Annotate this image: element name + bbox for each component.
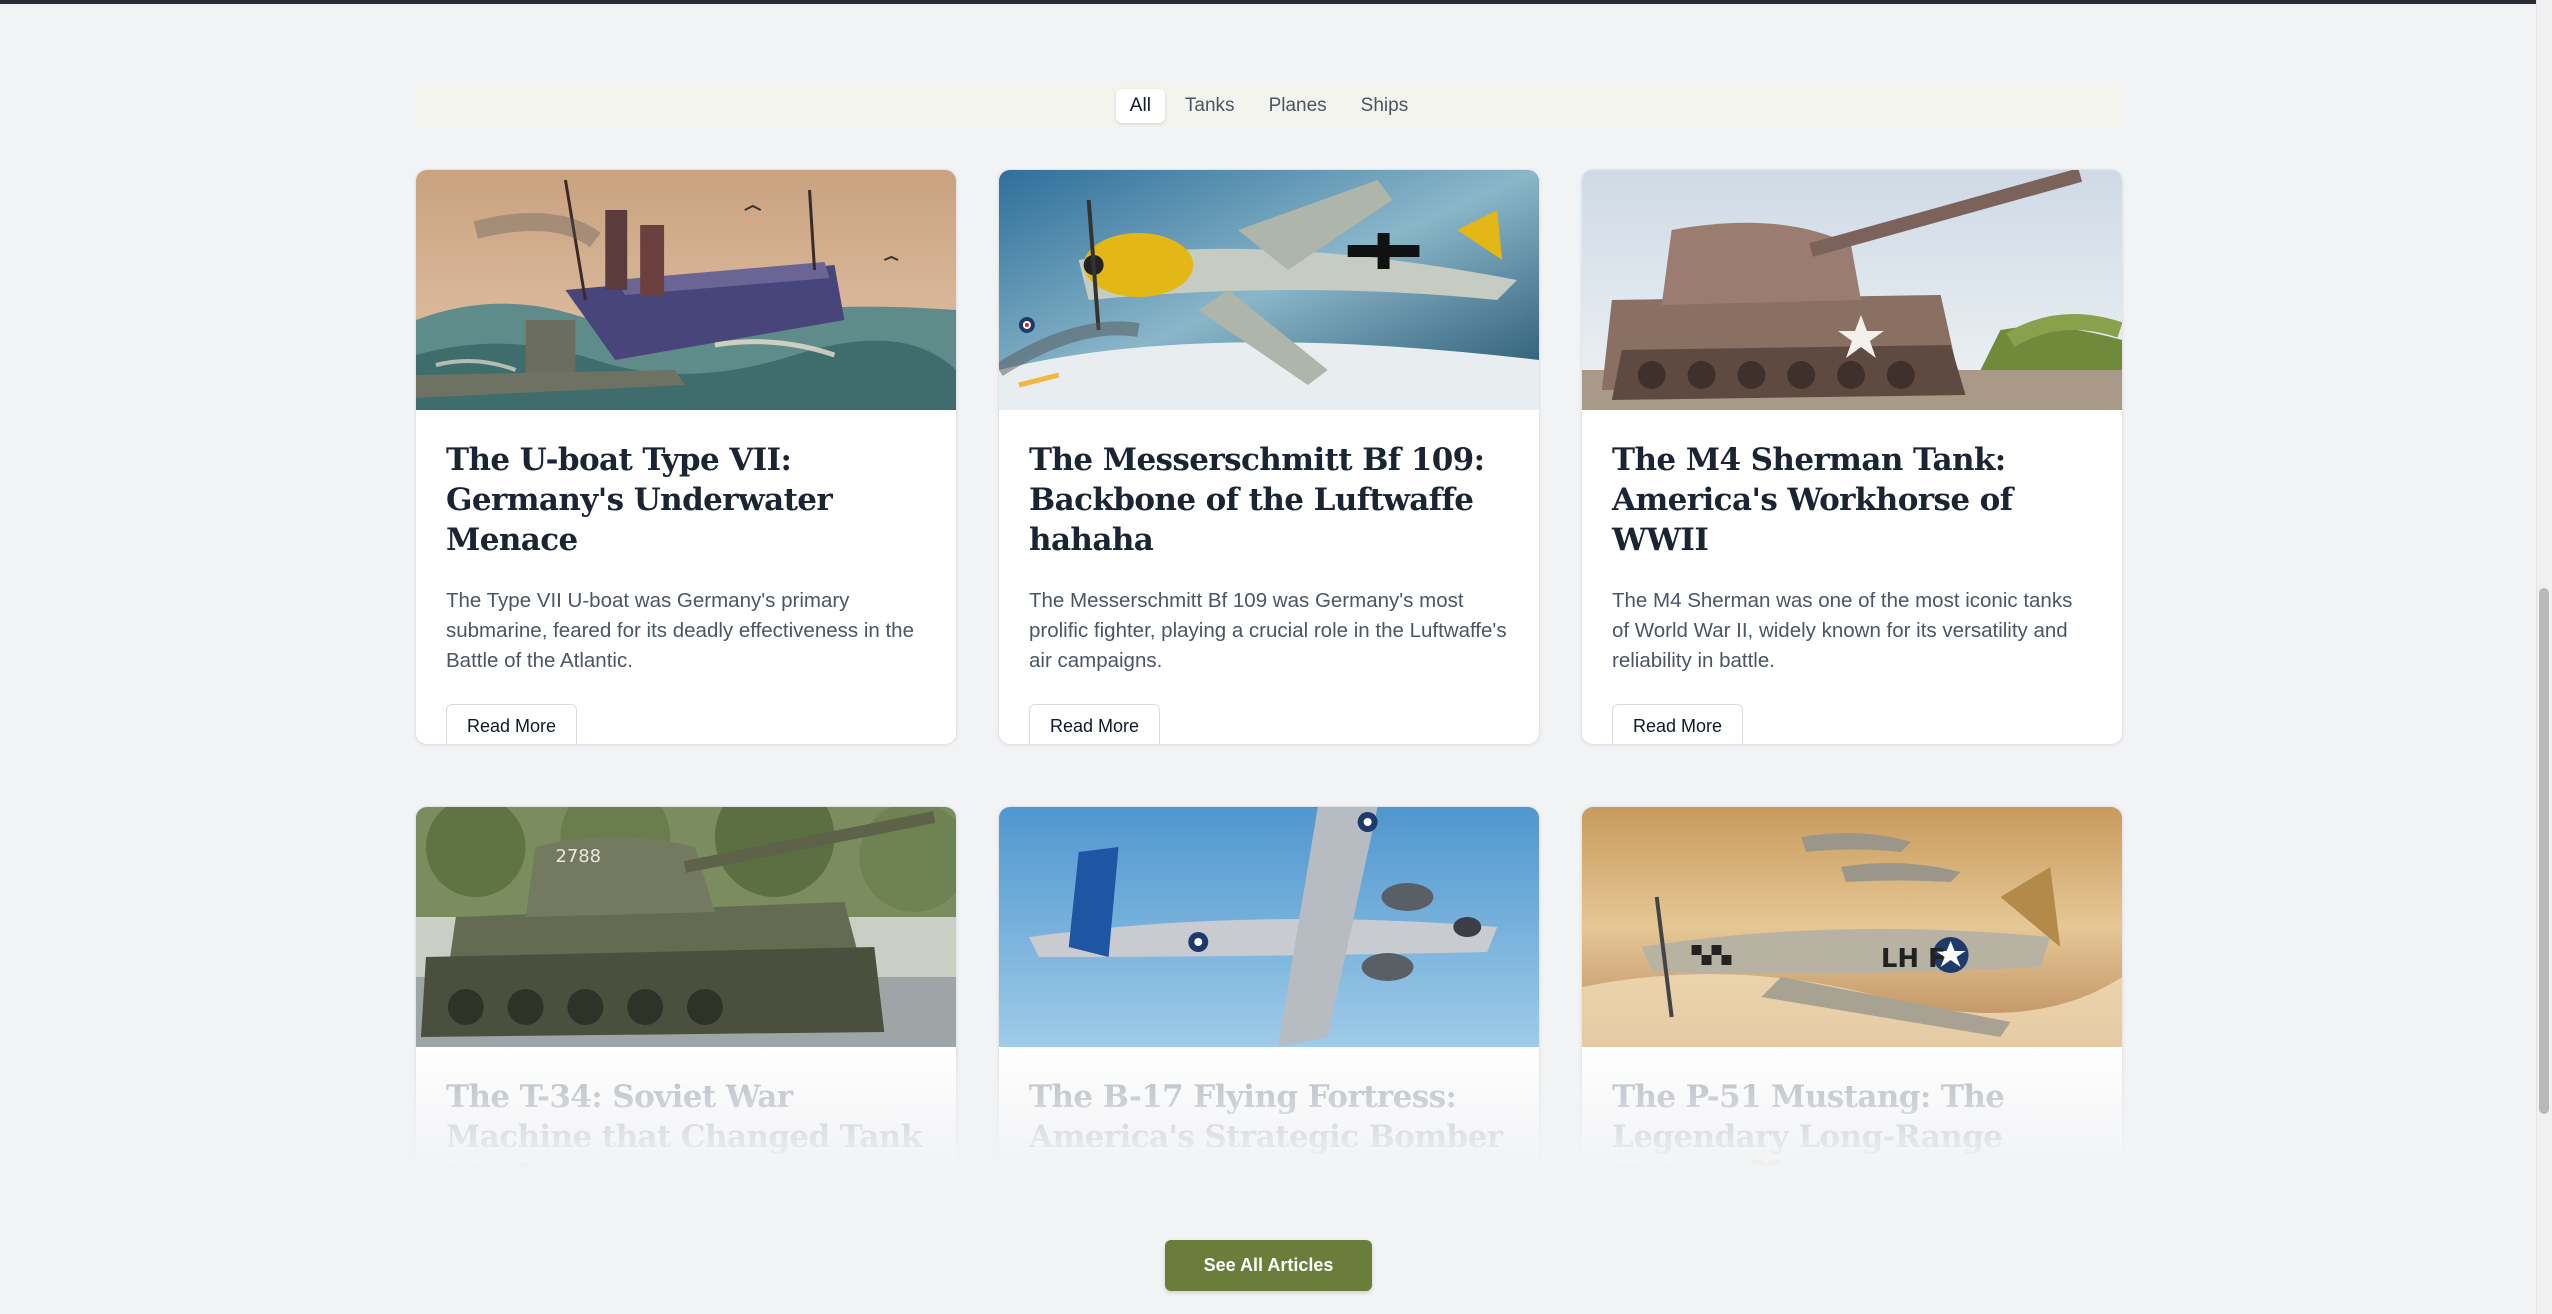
read-more-button[interactable]: Read More <box>1612 704 1744 744</box>
article-card-bf109: The Messerschmitt Bf 109: Backbone of th… <box>998 169 1540 745</box>
uboat-image[interactable] <box>416 170 956 410</box>
p51-fuselage-code: LH F <box>1881 944 1946 974</box>
article-card-t34: 2788 The T-34: Soviet War Machine that C… <box>415 806 957 1166</box>
filter-tab-ships[interactable]: Ships <box>1347 89 1423 123</box>
article-description: The Messerschmitt Bf 109 was Germany's m… <box>1029 589 1507 672</box>
t34-image[interactable]: 2788 <box>416 807 956 1047</box>
bf109-image[interactable] <box>999 170 1539 410</box>
filter-tab-planes[interactable]: Planes <box>1255 89 1341 123</box>
scrollbar-thumb[interactable] <box>2539 588 2549 1114</box>
p51-image[interactable]: LH F <box>1582 807 2122 1047</box>
window-top-strip <box>0 0 2552 4</box>
article-title[interactable]: The U-boat Type VII: Germany's Underwate… <box>446 440 926 560</box>
article-card-p51: LH F The P-51 Mustang: The Legendary Lon… <box>1581 806 2123 1166</box>
page-scrollbar[interactable] <box>2536 0 2552 1314</box>
read-more-button[interactable]: Read More <box>1029 704 1161 744</box>
article-description: The Type VII U-boat was Germany's primar… <box>446 589 914 672</box>
b17-image[interactable] <box>999 807 1539 1047</box>
category-filter-bar: All Tanks Planes Ships <box>415 84 2123 128</box>
see-all-articles-button[interactable]: See All Articles <box>1165 1240 1372 1291</box>
article-title[interactable]: The Messerschmitt Bf 109: Backbone of th… <box>1029 440 1509 560</box>
article-title[interactable]: The P-51 Mustang: The Legendary Long-Ran… <box>1612 1077 2092 1165</box>
article-card-uboat: The U-boat Type VII: Germany's Underwate… <box>415 169 957 745</box>
article-card-b17: The B-17 Flying Fortress: America's Stra… <box>998 806 1540 1166</box>
article-description: The M4 Sherman was one of the most iconi… <box>1612 589 2073 672</box>
article-title[interactable]: The B-17 Flying Fortress: America's Stra… <box>1029 1077 1509 1157</box>
read-more-button[interactable]: Read More <box>446 704 578 744</box>
t34-turret-number: 2788 <box>555 846 601 867</box>
article-title[interactable]: The M4 Sherman Tank: America's Workhorse… <box>1612 440 2092 560</box>
filter-tab-tanks[interactable]: Tanks <box>1171 89 1249 123</box>
sherman-image[interactable] <box>1582 170 2122 410</box>
article-card-sherman: The M4 Sherman Tank: America's Workhorse… <box>1581 169 2123 745</box>
article-title[interactable]: The T-34: Soviet War Machine that Change… <box>446 1077 926 1165</box>
filter-tab-all[interactable]: All <box>1115 89 1165 123</box>
